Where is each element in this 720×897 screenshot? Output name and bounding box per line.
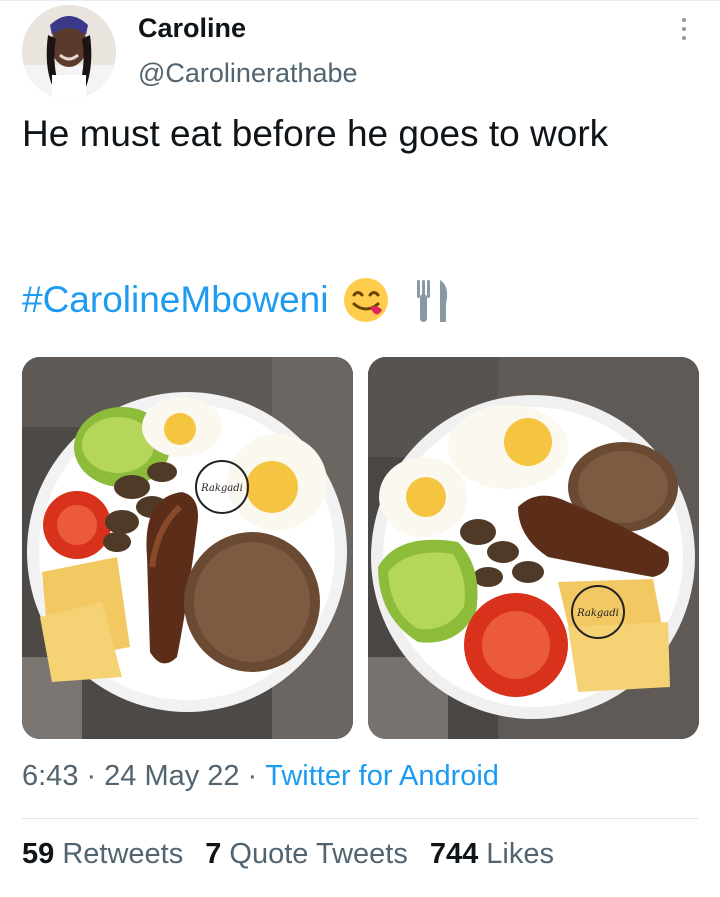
more-options-icon[interactable] bbox=[676, 18, 692, 46]
watermark-1: Rakgadi bbox=[200, 483, 243, 494]
retweets-label: Retweets bbox=[62, 838, 184, 870]
stats-divider bbox=[22, 818, 698, 819]
photo-2[interactable]: Rakgadi bbox=[368, 357, 699, 739]
face-savoring-food-icon bbox=[344, 278, 389, 322]
breakfast-plate-image-1: Rakgadi bbox=[22, 357, 353, 739]
quote-tweets-label: Quote Tweets bbox=[229, 838, 408, 870]
likes-label: Likes bbox=[486, 838, 554, 870]
display-name[interactable]: Caroline bbox=[138, 13, 246, 44]
avatar-image bbox=[22, 5, 116, 99]
tweet-metadata: 6:43 · 24 May 22 · Twitter for Android bbox=[22, 760, 499, 793]
hashtag-line: #CarolineMboweni bbox=[22, 270, 452, 330]
fork-and-knife-icon bbox=[417, 280, 448, 322]
engagement-stats: 59 Retweets 7 Quote Tweets 744 Likes bbox=[22, 838, 576, 871]
user-handle[interactable]: @Carolinerathabe bbox=[138, 58, 358, 89]
avatar[interactable] bbox=[22, 5, 116, 99]
watermark-2: Rakgadi bbox=[576, 608, 619, 619]
meta-separator: · bbox=[247, 760, 258, 792]
tweet-source-link[interactable]: Twitter for Android bbox=[265, 760, 499, 793]
top-divider bbox=[0, 0, 720, 1]
tweet-text: He must eat before he goes to work bbox=[22, 113, 609, 154]
breakfast-plate-image-2: Rakgadi bbox=[368, 357, 699, 739]
likes-count: 744 bbox=[429, 838, 479, 870]
quote-tweets-stat[interactable]: 7 Quote Tweets bbox=[205, 838, 408, 871]
quote-tweets-count: 7 bbox=[205, 838, 222, 870]
tweet-date[interactable]: 24 May 22 bbox=[104, 760, 239, 793]
meta-separator: · bbox=[86, 760, 97, 792]
likes-stat[interactable]: 744 Likes bbox=[430, 838, 554, 871]
retweets-count: 59 bbox=[22, 838, 55, 870]
photo-1[interactable]: Rakgadi bbox=[22, 357, 353, 739]
retweets-stat[interactable]: 59 Retweets bbox=[22, 838, 183, 871]
hashtag-link[interactable]: #CarolineMboweni bbox=[22, 279, 328, 321]
tweet-time[interactable]: 6:43 bbox=[22, 760, 78, 793]
